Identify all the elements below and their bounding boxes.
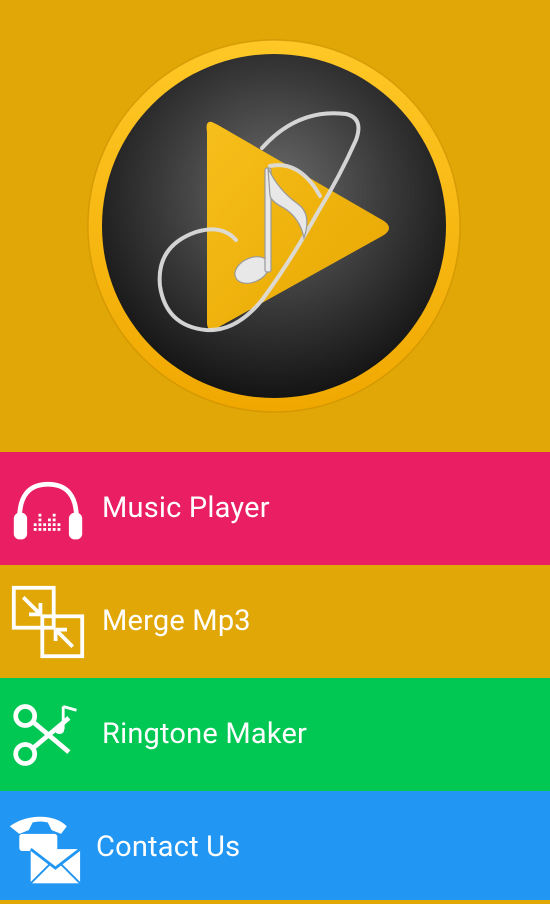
merge-arrows-icon [11,585,85,659]
merge-mp3-label: Merge Mp3 [102,604,251,638]
play-music-note-logo-icon [87,39,461,413]
contact-us-label: Contact Us [96,830,241,864]
phone-envelope-icon [9,816,81,884]
app-logo-area [0,0,550,452]
ringtone-maker-label: Ringtone Maker [102,717,308,751]
merge-mp3-button[interactable]: Merge Mp3 [0,565,550,678]
music-player-label: Music Player [102,491,270,525]
music-player-button[interactable]: Music Player [0,452,550,565]
contact-us-button[interactable]: Contact Us [0,791,550,900]
headphones-equalizer-icon [13,481,83,540]
scissors-music-note-icon [13,704,77,766]
ringtone-maker-button[interactable]: Ringtone Maker [0,678,550,791]
